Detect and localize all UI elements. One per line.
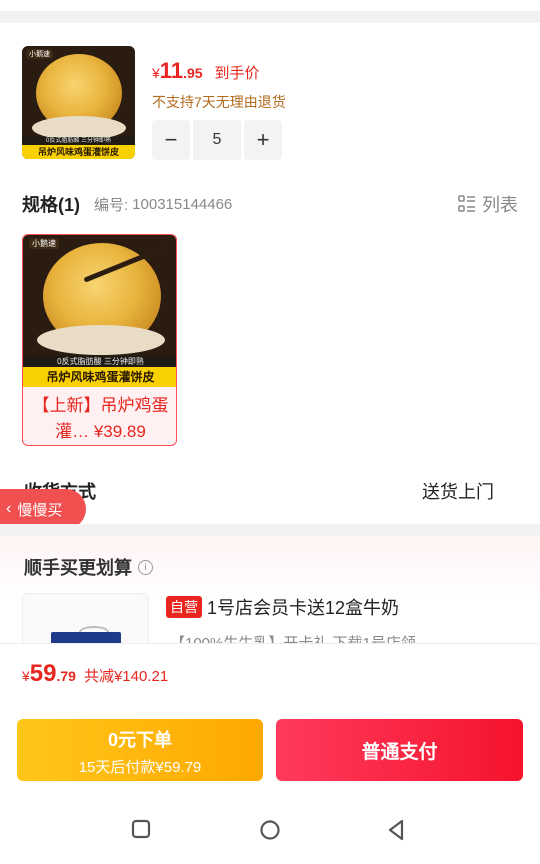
list-view-label: 列表 [482, 195, 518, 215]
chevron-left-icon: ‹ [6, 500, 12, 517]
self-operated-badge: 自营 [166, 596, 202, 618]
slow-buy-floating-button[interactable]: ‹ 慢慢买 [0, 489, 86, 529]
spec-caption: 吊炉风味鸡蛋灌饼皮 [23, 367, 176, 387]
bundle-product-name: 1号店会员卡送12盒牛奶 [207, 598, 400, 618]
total-decimal: .79 [56, 668, 76, 684]
info-icon[interactable]: i [138, 559, 153, 575]
back-triangle-icon[interactable] [386, 819, 406, 841]
no-return-notice: 不支持7天无理由退货 [152, 94, 286, 110]
spec-header: 规格(1) 编号: 100315144466 列表 [22, 190, 518, 218]
brand-tag: 小鹅速 [26, 49, 53, 59]
minus-icon: − [164, 127, 178, 152]
list-view-toggle[interactable]: 列表 [458, 191, 518, 217]
bundle-title: 顺手买更划算 i [24, 554, 153, 580]
sku-code-value: 100315144466 [132, 195, 233, 213]
brand-tag: 小鹅速 [29, 238, 59, 249]
plate-image [37, 325, 165, 355]
quantity-stepper: − 5 + [152, 120, 282, 160]
total-currency: ¥ [22, 668, 30, 684]
total-integer: 59 [29, 660, 57, 687]
product-summary: 小鹅速 0反式脂肪酸 三分钟即熟 吊炉风味鸡蛋灌饼皮 ¥ 11 .95 到手价 … [22, 46, 522, 161]
normal-pay-button[interactable]: 普通支付 [276, 719, 523, 781]
spec-title: 规格(1) [22, 195, 80, 215]
total-savings: 共减¥140.21 [83, 668, 169, 685]
delivery-method-row[interactable]: 收货方式 送货上门 [24, 476, 494, 504]
thumbnail-caption-small: 0反式脂肪酸 三分钟即熟 [22, 137, 135, 145]
order-total: ¥ 59 .79 共减¥140.21 [22, 660, 168, 688]
spec-option-name: 【上新】吊炉鸡蛋 灌… ¥39.89 [23, 393, 176, 445]
spec-option-name-line2: 灌… ¥39.89 [55, 422, 146, 441]
spec-option-card[interactable]: 小鹅速 0反式脂肪酸 三分钟即熟 吊炉风味鸡蛋灌饼皮 【上新】吊炉鸡蛋 灌… ¥… [22, 234, 177, 446]
zero-down-label: 0元下单 [107, 730, 172, 750]
product-thumbnail[interactable]: 小鹅速 0反式脂肪酸 三分钟即熟 吊炉风味鸡蛋灌饼皮 [22, 46, 135, 159]
checkout-bar: ¥ 59 .79 共减¥140.21 0元下单 15天后付款¥59.79 普通支… [0, 643, 540, 793]
final-price: ¥ 11 .95 到手价 [152, 58, 260, 84]
price-decimal: .95 [183, 65, 203, 81]
system-nav-bar [0, 793, 540, 864]
price-currency: ¥ [152, 65, 160, 81]
list-view-icon [458, 195, 475, 212]
square-nav-icon[interactable] [131, 819, 151, 839]
spec-option-name-line1: 【上新】吊炉鸡蛋 [32, 396, 169, 415]
bundle-product-title[interactable]: 自营 1号店会员卡送12盒牛奶 [166, 594, 399, 620]
bundle-section: 顺手买更划算 i 自营 1号店会员卡送12盒牛奶 【100%生牛乳】开卡礼,下载… [0, 536, 540, 653]
top-spacer [0, 0, 540, 23]
spec-caption-small: 0反式脂肪酸 三分钟即熟 [23, 356, 176, 367]
price-integer: 11 [159, 58, 184, 83]
zero-down-order-button[interactable]: 0元下单 15天后付款¥59.79 [17, 719, 263, 781]
spec-option-image: 小鹅速 0反式脂肪酸 三分钟即熟 吊炉风味鸡蛋灌饼皮 [23, 235, 176, 387]
sku-code-label: 编号: [94, 196, 129, 214]
increase-quantity-button[interactable]: + [244, 120, 282, 160]
zero-down-sublabel: 15天后付款¥59.79 [78, 759, 202, 776]
decrease-quantity-button[interactable]: − [152, 120, 190, 160]
quantity-input[interactable]: 5 [193, 120, 241, 160]
plus-icon: + [256, 127, 270, 152]
price-label: 到手价 [214, 65, 260, 82]
home-circle-icon[interactable] [259, 819, 281, 841]
delivery-method-value: 送货上门 [422, 482, 494, 502]
slow-buy-label: 慢慢买 [17, 501, 63, 519]
section-divider [0, 524, 540, 536]
top-divider [0, 11, 540, 23]
thumbnail-caption: 吊炉风味鸡蛋灌饼皮 [22, 145, 135, 159]
bundle-title-text: 顺手买更划算 [24, 558, 132, 578]
